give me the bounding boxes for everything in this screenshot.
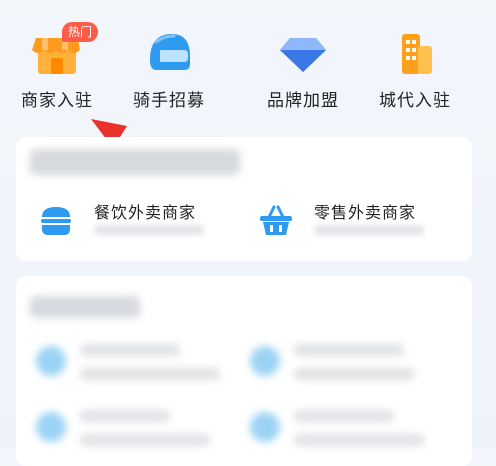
blurred-list	[16, 276, 472, 466]
helmet-icon	[150, 34, 190, 70]
merchant-type-card: 餐饮外卖商家 零售外卖商家	[16, 137, 472, 261]
grid-item-label: 商家入驻	[21, 91, 93, 111]
burger-icon	[41, 207, 71, 235]
top-entry-grid: 热门 商家入驻 骑手招募 品牌加盟 城代入驻	[0, 18, 496, 118]
grid-item-label: 品牌加盟	[267, 91, 339, 111]
blurred-section-title	[30, 149, 240, 175]
blurred-subtitle	[314, 225, 424, 235]
grid-item-rider-recruit[interactable]: 骑手招募	[114, 18, 224, 118]
diamond-icon	[280, 38, 326, 72]
grid-item-merchant-join[interactable]: 热门 商家入驻	[2, 18, 112, 118]
building-icon	[402, 34, 432, 74]
catering-merchant-option[interactable]: 餐饮外卖商家	[28, 195, 238, 245]
grid-item-city-agent[interactable]: 城代入驻	[360, 18, 470, 118]
hot-badge: 热门	[62, 22, 99, 42]
blurred-content-card	[16, 276, 472, 466]
retail-merchant-option[interactable]: 零售外卖商家	[248, 195, 458, 245]
catering-merchant-label: 餐饮外卖商家	[94, 203, 197, 222]
blurred-subtitle	[94, 225, 204, 235]
grid-item-brand-franchise[interactable]: 品牌加盟	[248, 18, 358, 118]
retail-merchant-label: 零售外卖商家	[314, 203, 417, 222]
basket-icon	[260, 205, 292, 235]
grid-item-label: 城代入驻	[379, 91, 451, 111]
grid-item-label: 骑手招募	[133, 91, 205, 111]
